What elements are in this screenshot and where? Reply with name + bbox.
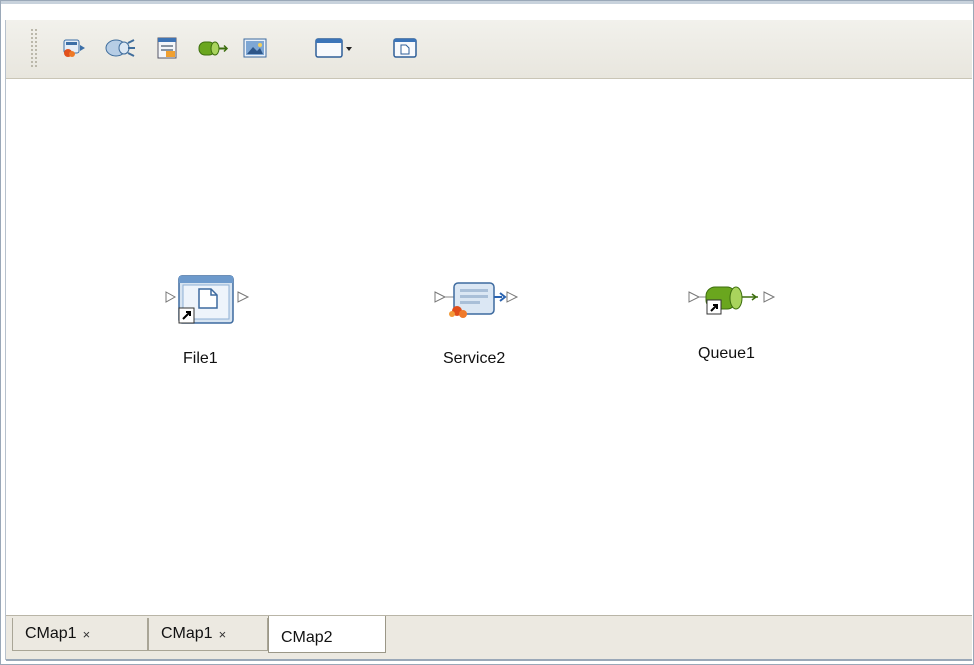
document-window-icon[interactable] — [390, 34, 420, 62]
node-label: File1 — [183, 350, 218, 367]
properties-sheet-icon[interactable] — [152, 34, 182, 62]
tab-label: CMap1 — [161, 625, 213, 642]
node-label: Queue1 — [698, 345, 755, 362]
close-icon[interactable]: × — [83, 627, 91, 642]
window-top-border — [1, 1, 973, 4]
file-external-icon[interactable] — [58, 34, 88, 62]
file1-node[interactable]: File1 — [162, 275, 258, 367]
image-picture-icon[interactable] — [240, 34, 270, 62]
queue1-node[interactable]: Queue1 — [684, 275, 788, 365]
tab-label: CMap2 — [281, 629, 333, 646]
service2-node[interactable]: Service2 — [432, 275, 532, 367]
window-bottom-border — [6, 659, 972, 661]
tab-cmap1-second[interactable]: CMap1 × — [148, 618, 268, 651]
file-node-icon — [165, 275, 250, 324]
tab-cmap1[interactable]: CMap1 × — [12, 618, 148, 651]
map-tab-bar: CMap1 × CMap1 × CMap2 — [6, 615, 972, 660]
service-engine-icon[interactable] — [102, 34, 138, 62]
tab-label: CMap1 — [25, 625, 77, 642]
tab-cmap2[interactable]: CMap2 — [268, 616, 386, 653]
queue-node-icon — [688, 286, 776, 315]
node-label: Service2 — [443, 350, 506, 367]
close-icon[interactable]: × — [219, 627, 227, 642]
connectivity-map-canvas[interactable]: File1 Service2 Queue1 — [6, 79, 972, 615]
service-node-icon — [434, 282, 519, 318]
canvas-toolbar — [6, 20, 972, 79]
toolbar-grip-handle[interactable] — [30, 28, 38, 68]
queue-add-icon[interactable] — [194, 34, 230, 62]
window-layout-dropdown-icon[interactable] — [314, 34, 354, 62]
